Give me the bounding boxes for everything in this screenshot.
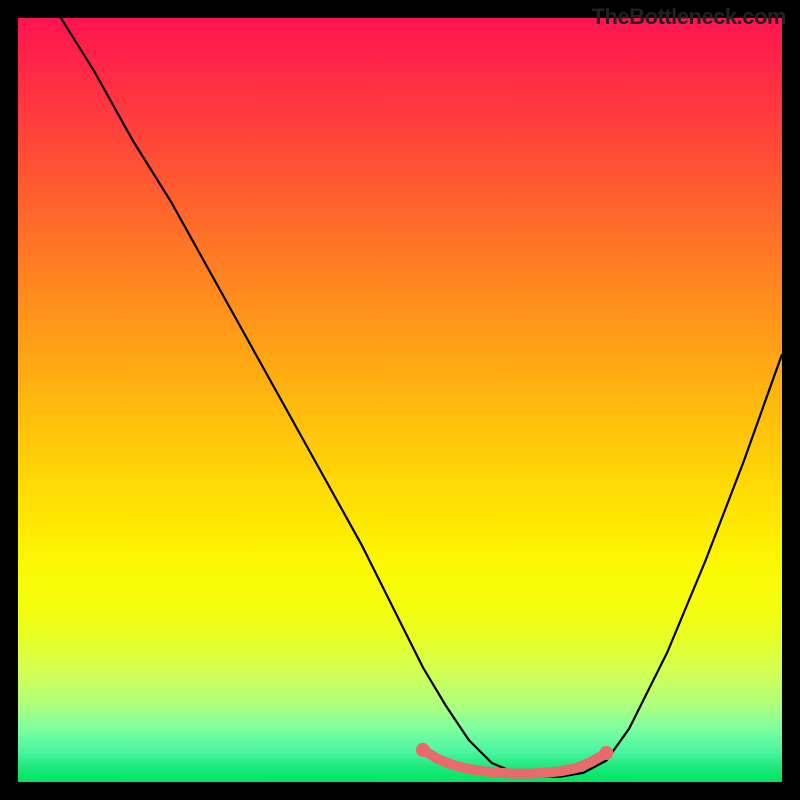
marker-band — [416, 743, 613, 774]
watermark-text: TheBottleneck.com — [592, 4, 786, 30]
main-curve — [18, 18, 782, 777]
marker-dot — [416, 743, 430, 757]
curve-svg — [18, 18, 782, 782]
marker-band-path — [423, 750, 606, 774]
chart-container: TheBottleneck.com — [0, 0, 800, 800]
plot-area — [18, 18, 782, 782]
marker-dot — [599, 746, 613, 760]
